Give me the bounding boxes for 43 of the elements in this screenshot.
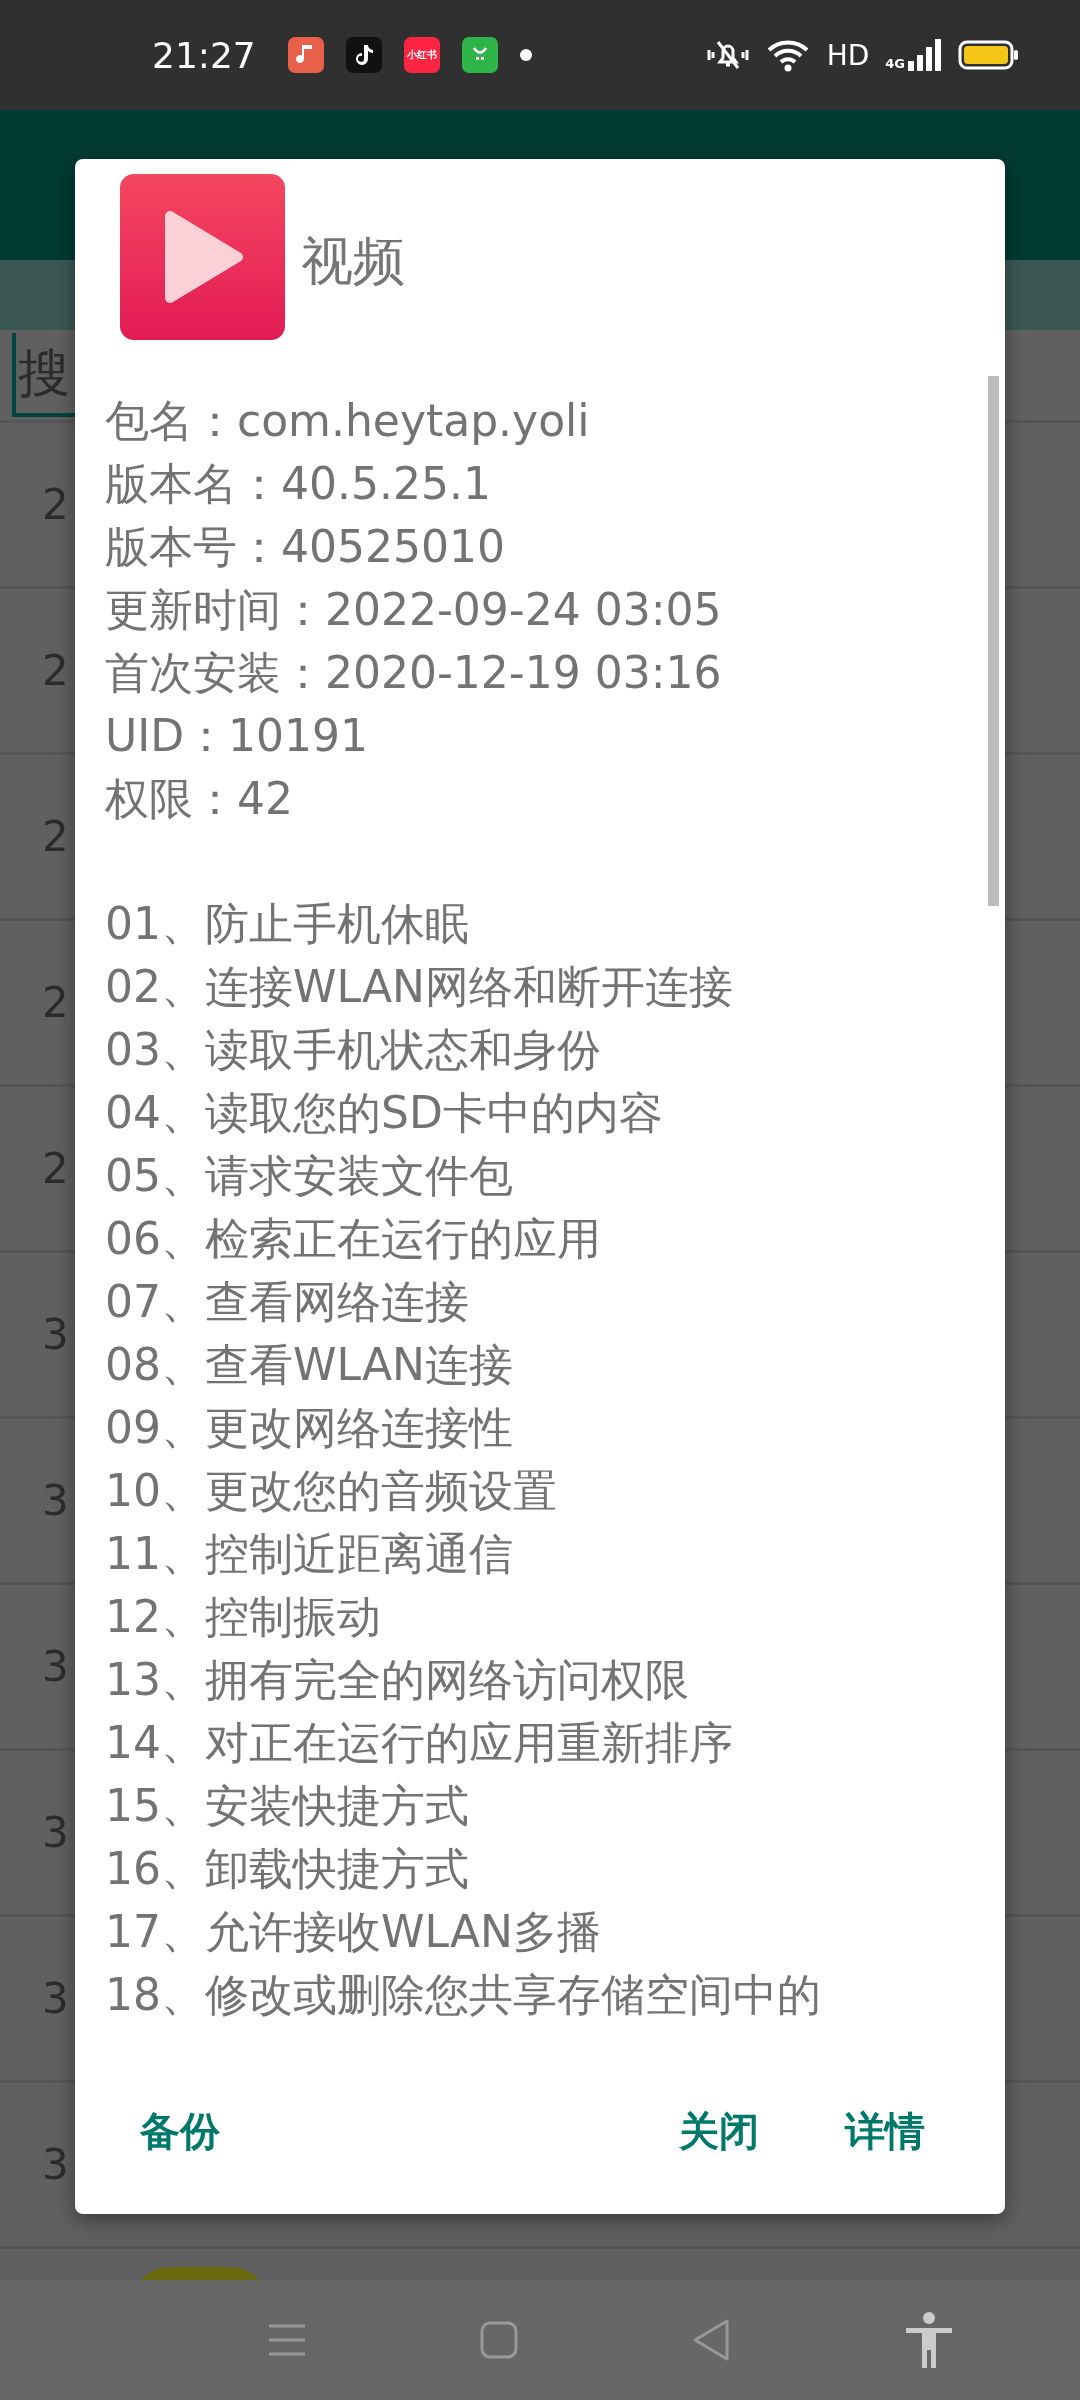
notification-dot-icon xyxy=(519,49,532,61)
permission-item: 03、读取手机状态和身份 xyxy=(105,1023,602,1077)
permission-item: 12、控制振动 xyxy=(105,1590,382,1644)
permission-item: 15、安装快捷方式 xyxy=(105,1779,470,1833)
permission-item: 11、控制近距离通信 xyxy=(105,1527,514,1581)
app-logo: 小红书 xyxy=(403,37,440,73)
scrollbar[interactable] xyxy=(988,376,999,906)
permission-item: 13、拥有完全的网络访问权限 xyxy=(105,1653,690,1707)
close-button[interactable]: 关闭 xyxy=(659,2094,779,2169)
menu-icon[interactable] xyxy=(266,2322,307,2358)
info-line: 版本号：40525010 xyxy=(105,520,506,574)
signal-type: 4G xyxy=(885,56,905,71)
permission-item: 10、更改您的音频设置 xyxy=(105,1464,558,1518)
permission-item: 08、查看WLAN连接 xyxy=(105,1338,515,1392)
info-line: 首次安装：2020-12-19 03:16 xyxy=(105,646,723,700)
permission-item: 18、修改或删除您共享存储空间中的 xyxy=(105,1968,822,2022)
permission-item: 17、允许接收WLAN多播 xyxy=(105,1905,603,1959)
permission-item: 07、查看网络连接 xyxy=(105,1275,470,1329)
permission-item: 14、对正在运行的应用重新排序 xyxy=(105,1716,734,1770)
permission-item: 06、检索正在运行的应用 xyxy=(105,1212,602,1266)
info-line: 版本名：40.5.25.1 xyxy=(105,457,492,511)
details-button[interactable]: 详情 xyxy=(825,2094,945,2169)
app-name: 视频 xyxy=(301,230,405,293)
permission-item: 01、防止手机休眠 xyxy=(105,897,470,951)
info-line: 权限：42 xyxy=(105,772,294,826)
play-icon xyxy=(120,174,285,340)
music-note-icon xyxy=(287,37,324,73)
clock: 21:27 xyxy=(152,34,256,76)
permission-item: 04、读取您的SD卡中的内容 xyxy=(105,1086,664,1140)
accessibility-icon[interactable] xyxy=(903,2312,954,2368)
info-line: 更新时间：2022-09-24 03:05 xyxy=(105,583,723,637)
signal-icon xyxy=(908,39,942,71)
permission-item: 09、更改网络连接性 xyxy=(105,1401,514,1455)
home-icon[interactable] xyxy=(479,2321,518,2359)
battery-icon xyxy=(958,40,1020,70)
music-note-icon xyxy=(345,37,382,73)
backup-button[interactable]: 备份 xyxy=(120,2094,240,2169)
permission-item: 16、卸载快捷方式 xyxy=(105,1842,470,1896)
permission-item: 05、请求安装文件包 xyxy=(105,1149,514,1203)
wifi-icon xyxy=(766,38,811,72)
info-line: UID：10191 xyxy=(105,709,370,763)
permission-item: 02、连接WLAN网络和断开连接 xyxy=(105,960,735,1014)
network-type: HD xyxy=(826,38,870,72)
